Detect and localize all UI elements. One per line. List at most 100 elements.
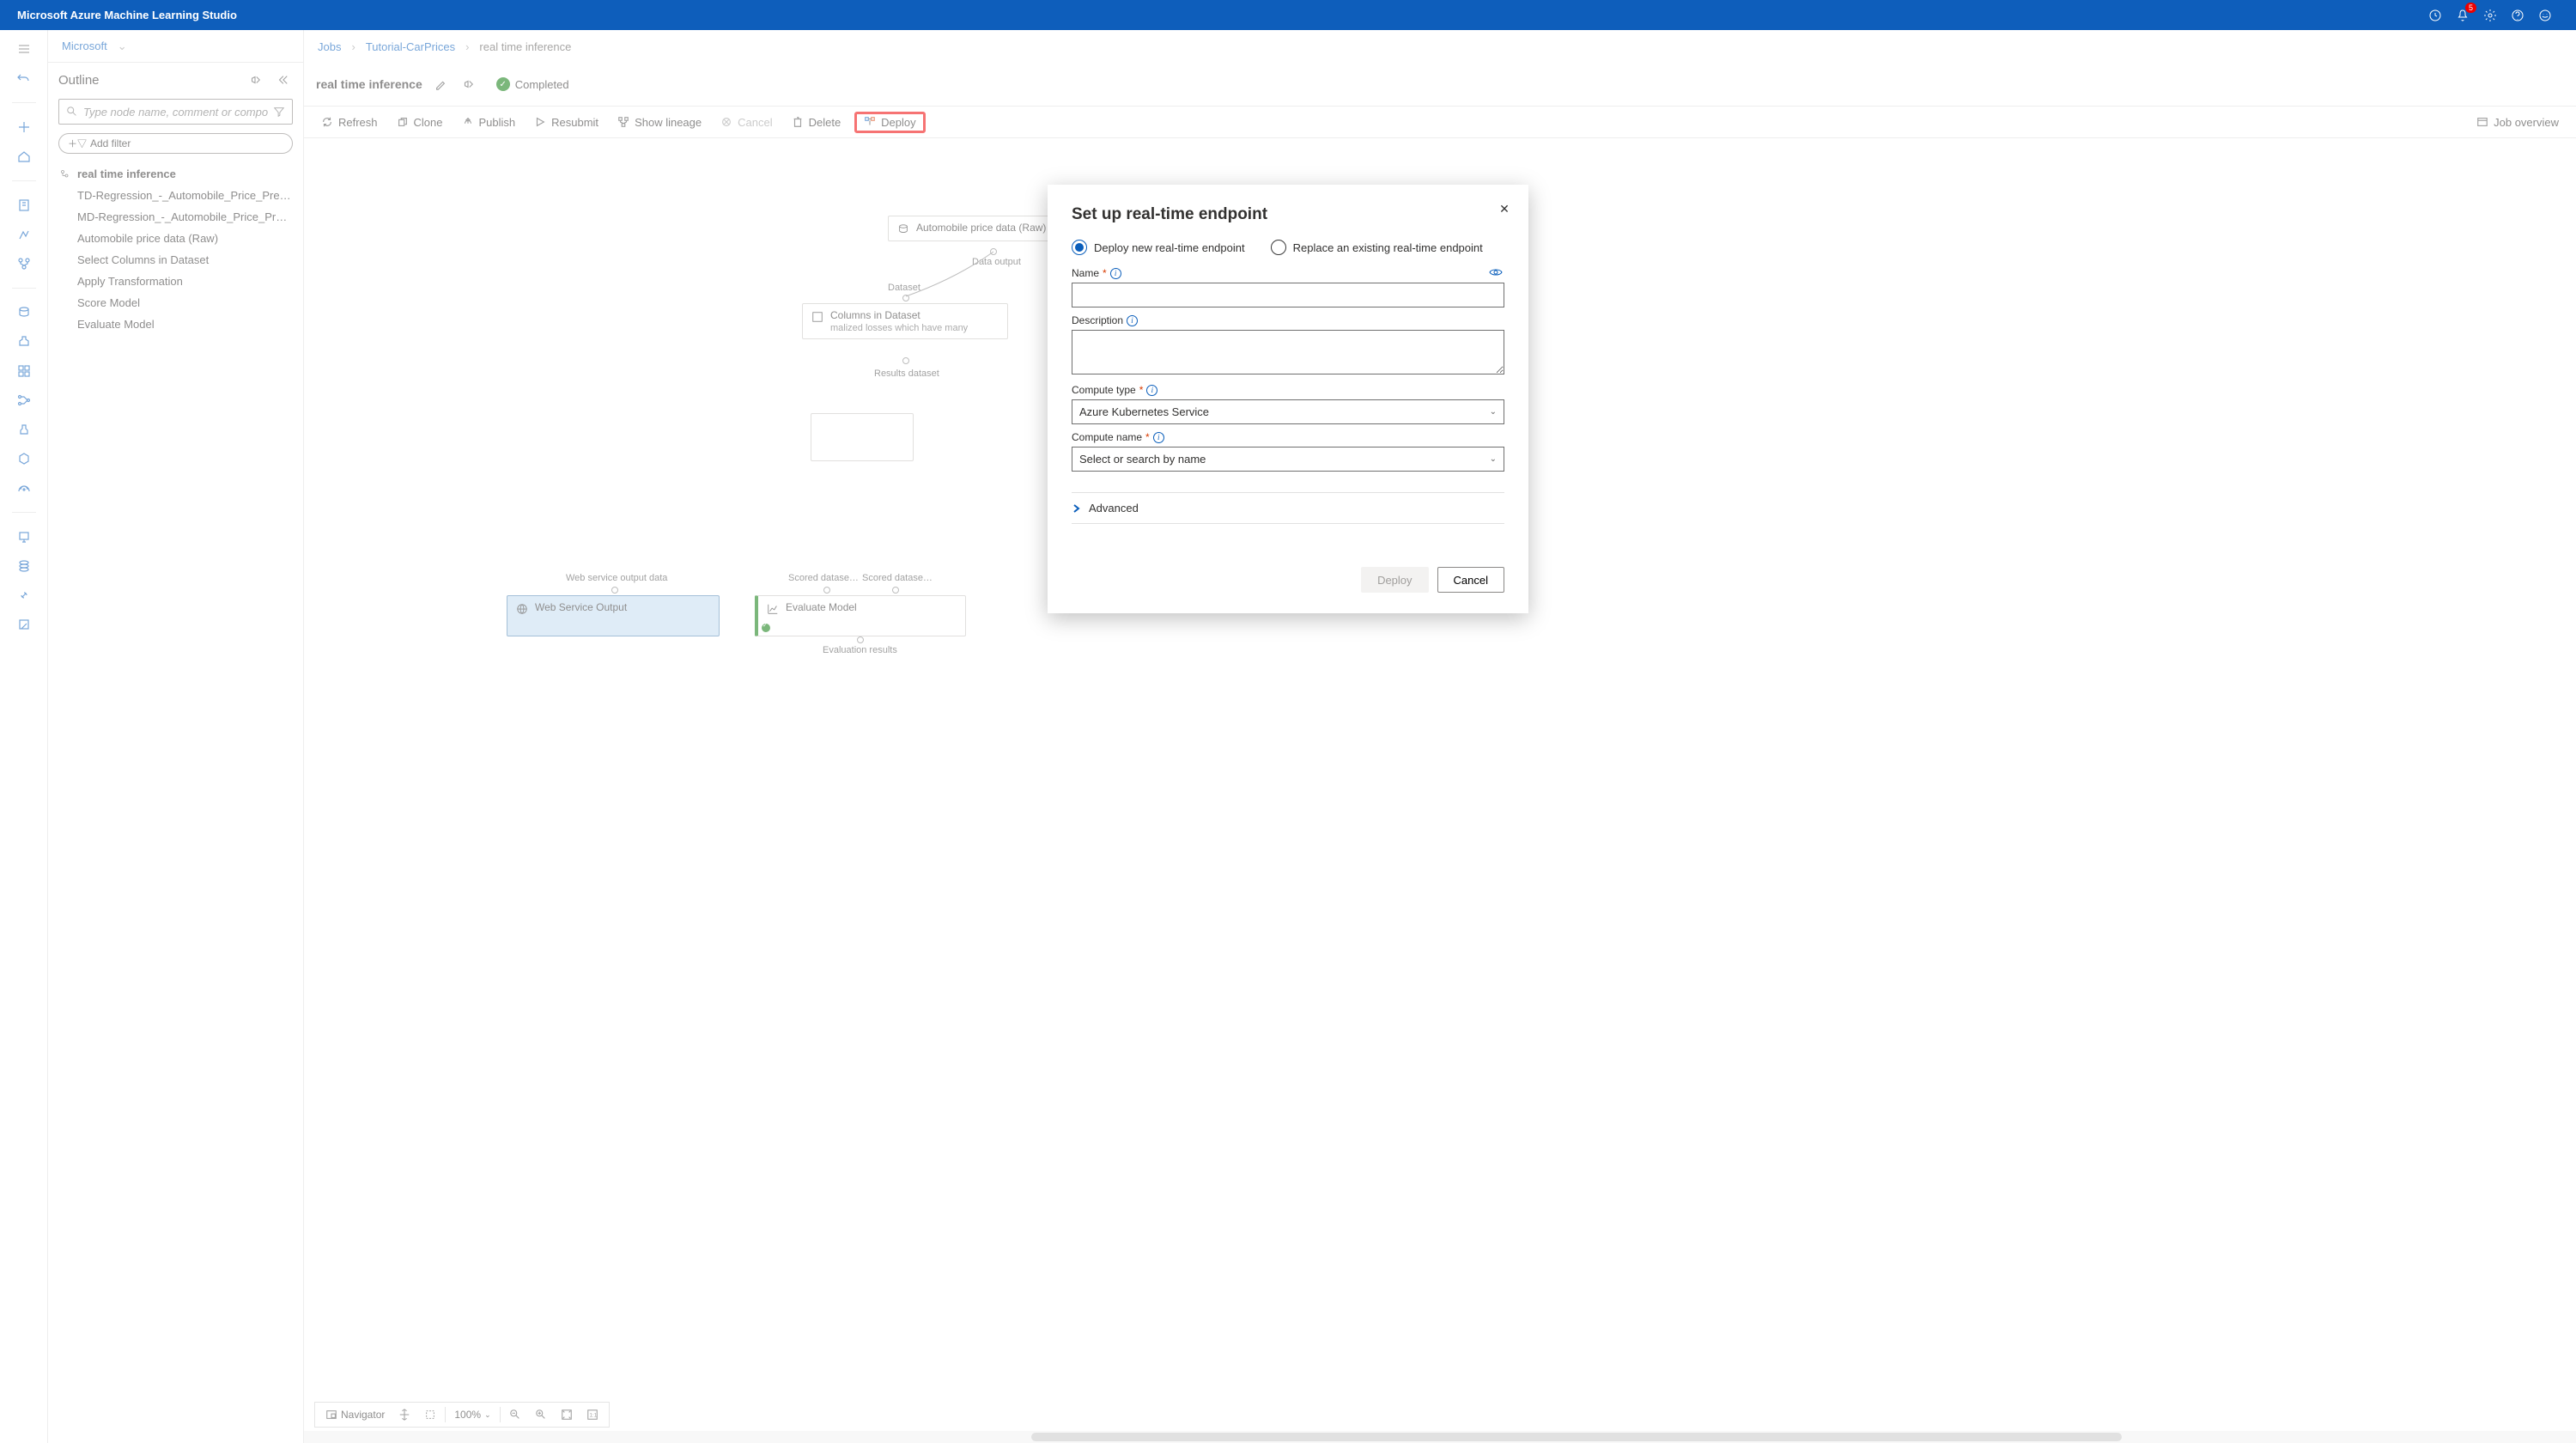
port-label: Results dataset: [874, 368, 939, 379]
tree-item[interactable]: TD-Regression_-_Automobile_Price_Predict…: [55, 186, 296, 205]
compute-icon[interactable]: [9, 525, 39, 549]
breadcrumb: Jobs› Tutorial-CarPrices› real time infe…: [304, 30, 2576, 63]
resubmit-button[interactable]: Resubmit: [527, 113, 605, 132]
add-icon[interactable]: [9, 115, 39, 139]
hamburger-icon[interactable]: [9, 37, 39, 61]
environments-icon[interactable]: [9, 417, 39, 441]
crumb-exp[interactable]: Tutorial-CarPrices: [366, 40, 455, 53]
settings-icon[interactable]: [2476, 2, 2504, 29]
compute-type-select[interactable]: Azure Kubernetes Service⌄: [1072, 399, 1504, 424]
tree-item[interactable]: Evaluate Model: [55, 314, 296, 334]
delete-button[interactable]: Delete: [785, 113, 848, 132]
pan-icon[interactable]: [393, 1403, 416, 1427]
outline-tree: real time inference TD-Regression_-_Auto…: [48, 161, 303, 338]
collapse-icon[interactable]: [272, 70, 293, 90]
components-icon[interactable]: [9, 359, 39, 383]
search-icon: [66, 106, 78, 118]
crumb-jobs[interactable]: Jobs: [318, 40, 341, 53]
pipelines-icon[interactable]: [9, 388, 39, 412]
navigator-button[interactable]: Navigator: [320, 1403, 390, 1427]
chart-icon: [767, 603, 779, 615]
tree-root[interactable]: real time inference: [55, 164, 296, 184]
crumb-job: real time inference: [479, 40, 571, 53]
designer-icon[interactable]: [9, 252, 39, 276]
workspace-link[interactable]: Microsoft: [62, 40, 107, 52]
fit-icon[interactable]: [556, 1403, 578, 1427]
svg-text:1:1: 1:1: [589, 1413, 597, 1419]
success-icon: [496, 77, 510, 91]
tree-item[interactable]: Automobile price data (Raw): [55, 228, 296, 248]
lineage-button[interactable]: Show lineage: [611, 113, 708, 132]
cancel-button: Cancel: [714, 113, 779, 132]
history-icon[interactable]: [2421, 2, 2449, 29]
canvas-bottom-tools: Navigator 100% ⌄ 1:1: [314, 1402, 610, 1428]
compute-type-label: Compute type: [1072, 384, 1136, 396]
edit-icon[interactable]: [431, 75, 450, 94]
endpoints-icon[interactable]: [9, 476, 39, 500]
info-icon[interactable]: i: [1153, 432, 1164, 443]
app-title: Microsoft Azure Machine Learning Studio: [17, 9, 237, 21]
add-filter-button[interactable]: ＋▽Add filter: [58, 133, 293, 154]
radio-deploy-new[interactable]: Deploy new real-time endpoint: [1072, 240, 1245, 255]
search-input[interactable]: [83, 106, 268, 119]
deploy-dialog: Set up real-time endpoint Deploy new rea…: [1048, 185, 1528, 613]
automl-icon[interactable]: [9, 222, 39, 247]
globe-icon: [516, 603, 528, 615]
node-unknown[interactable]: [811, 413, 914, 461]
name-input[interactable]: [1072, 283, 1504, 307]
home-icon[interactable]: [9, 144, 39, 168]
compute-name-select[interactable]: Select or search by name⌄: [1072, 447, 1504, 472]
help-icon[interactable]: [2504, 2, 2531, 29]
share-icon[interactable]: [459, 75, 477, 94]
datastores-icon[interactable]: [9, 554, 39, 578]
outline-panel: Microsoft ⌄ Outline ＋▽Add filter real ti…: [48, 30, 304, 1443]
publish-button[interactable]: Publish: [455, 113, 523, 132]
feedback-icon[interactable]: [2531, 2, 2559, 29]
dialog-cancel-button[interactable]: Cancel: [1437, 567, 1504, 593]
chevron-down-icon[interactable]: ⌄: [118, 40, 127, 53]
success-icon: [762, 624, 770, 632]
tree-item[interactable]: Score Model: [55, 293, 296, 313]
radio-replace[interactable]: Replace an existing real-time endpoint: [1271, 240, 1483, 255]
close-button[interactable]: [1496, 200, 1513, 217]
info-icon[interactable]: i: [1127, 315, 1138, 326]
data-icon[interactable]: [9, 301, 39, 325]
canvas-h-scrollbar[interactable]: [304, 1431, 2576, 1443]
share-icon[interactable]: [245, 70, 265, 90]
port-label: Scored datase…: [788, 573, 859, 583]
zoom-level[interactable]: 100% ⌄: [449, 1403, 495, 1427]
clone-button[interactable]: Clone: [390, 113, 450, 132]
jobs-icon[interactable]: [9, 330, 39, 354]
actual-size-icon[interactable]: 1:1: [581, 1403, 604, 1427]
port-label: Evaluation results: [823, 645, 897, 655]
node-web-service-output[interactable]: Web Service Output: [507, 595, 720, 636]
select-icon[interactable]: [419, 1403, 441, 1427]
description-input[interactable]: [1072, 330, 1504, 374]
undo-icon[interactable]: [9, 66, 39, 90]
main-header: real time inference Completed: [304, 63, 2576, 106]
node-select-columns[interactable]: Columns in Dataset malized losses which …: [802, 303, 1008, 339]
node-evaluate-model[interactable]: Evaluate Model: [755, 595, 966, 636]
tree-item[interactable]: Apply Transformation: [55, 271, 296, 291]
outline-search[interactable]: [58, 99, 293, 125]
models-icon[interactable]: [9, 447, 39, 471]
info-icon[interactable]: i: [1146, 385, 1157, 396]
eye-icon[interactable]: [1489, 267, 1503, 281]
toolbar: Refresh Clone Publish Resubmit Show line…: [304, 106, 2576, 138]
job-title: real time inference: [316, 77, 422, 91]
zoom-in-icon[interactable]: [530, 1403, 552, 1427]
refresh-button[interactable]: Refresh: [314, 113, 385, 132]
notebook-icon[interactable]: [9, 193, 39, 217]
linked-icon[interactable]: [9, 583, 39, 607]
info-icon[interactable]: i: [1110, 268, 1121, 279]
tree-item[interactable]: MD-Regression_-_Automobile_Price_Predic…: [55, 207, 296, 227]
filter-icon[interactable]: [273, 106, 285, 118]
deploy-button[interactable]: Deploy: [854, 112, 925, 133]
tree-item[interactable]: Select Columns in Dataset: [55, 250, 296, 270]
labeling-icon[interactable]: [9, 612, 39, 636]
advanced-toggle[interactable]: Advanced: [1072, 492, 1504, 524]
zoom-out-icon[interactable]: [504, 1403, 526, 1427]
port-label: Web service output data: [566, 573, 667, 583]
notifications-icon[interactable]: 5: [2449, 2, 2476, 29]
job-overview-button[interactable]: Job overview: [2470, 113, 2566, 132]
